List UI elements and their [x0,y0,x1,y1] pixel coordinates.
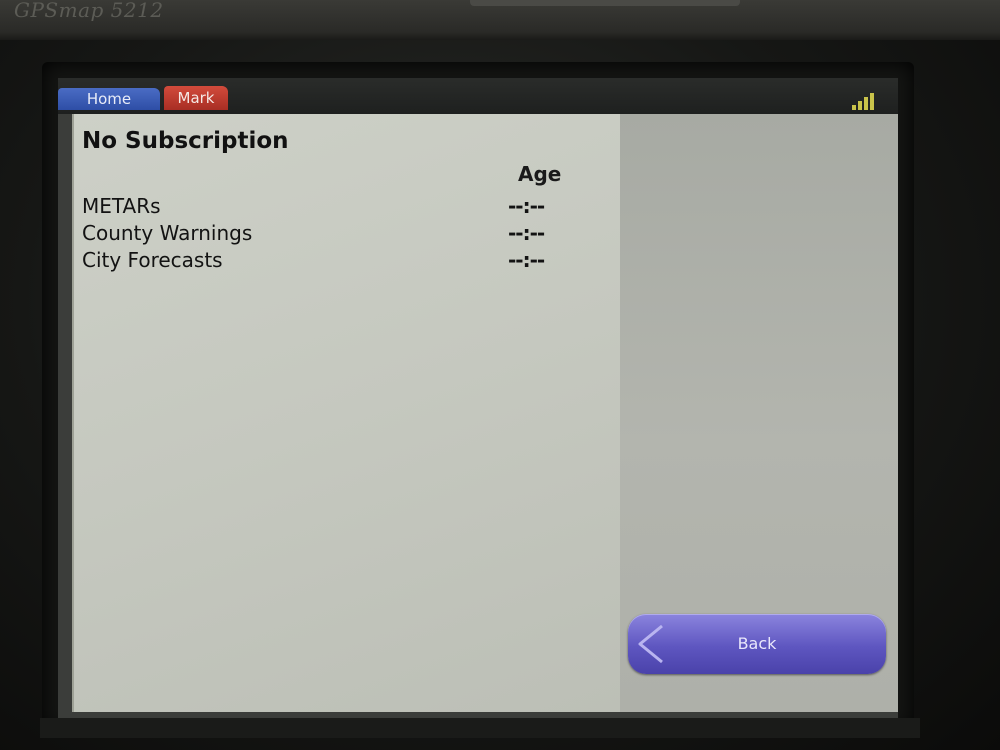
tab-home[interactable]: Home [58,88,160,110]
device-body: GPSmap 5212 Home Mark No Subscription Ag… [0,0,1000,750]
bottom-bezel [40,718,920,738]
model-label: GPSmap 5212 [14,0,164,22]
age-column-header: Age [518,162,562,186]
list-item-metars: METARs --:-- [82,194,562,220]
top-slot [470,0,740,6]
display-screen: Home Mark No Subscription Age METARs --:… [58,78,898,718]
content-panel: No Subscription Age METARs --:-- County … [72,114,622,712]
tab-mark[interactable]: Mark [164,86,228,110]
side-panel: Back [620,114,898,712]
signal-strength-icon [850,90,880,110]
list-item-age: --:-- [508,221,545,245]
back-button-label: Back [737,634,777,653]
list-item-age: --:-- [508,248,545,272]
page-title: No Subscription [82,128,289,154]
list-item-label: City Forecasts [82,248,223,272]
list-item-county-warnings: County Warnings --:-- [82,221,562,247]
list-item-label: County Warnings [82,221,253,245]
list-item-city-forecasts: City Forecasts --:-- [82,248,562,274]
list-item-age: --:-- [508,194,545,218]
list-item-label: METARs [82,194,161,218]
back-button[interactable]: Back [628,614,886,674]
top-bar: Home Mark [58,78,898,114]
device-top-bezel: GPSmap 5212 [0,0,1000,40]
